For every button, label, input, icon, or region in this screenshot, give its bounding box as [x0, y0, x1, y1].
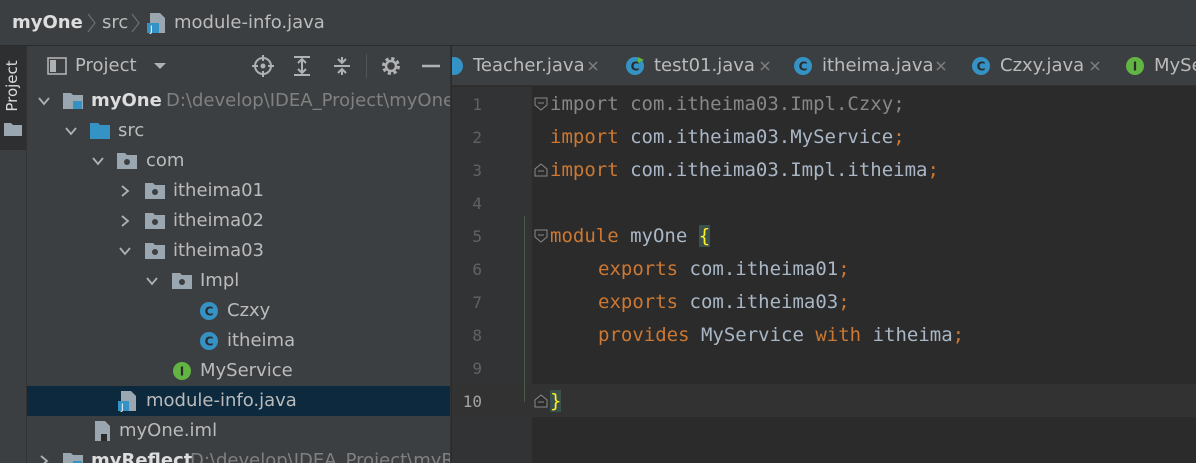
code-line-5[interactable]: module myOne {: [550, 225, 711, 247]
interface-icon: I: [1126, 57, 1144, 75]
semicolon: ;: [838, 258, 850, 280]
svg-text:C: C: [799, 60, 808, 74]
tab-myservice[interactable]: I MySe: [1125, 46, 1196, 85]
line-number: 8: [472, 326, 482, 345]
code-text: itheima: [861, 324, 953, 346]
code-text: myOne: [618, 225, 699, 247]
chevron-right-icon[interactable]: [37, 454, 51, 463]
fold-marker-icon[interactable]: [534, 97, 548, 111]
breadcrumb-file[interactable]: module-info.java: [174, 11, 325, 35]
code-line-7[interactable]: exports com.itheima03;: [598, 291, 850, 313]
line-number: 5: [472, 227, 482, 246]
tree-row-myone-iml[interactable]: myOne.iml: [27, 416, 450, 446]
tree-label: myReflect: [91, 450, 193, 463]
line-number: 2: [472, 128, 482, 147]
keyword: provides: [598, 324, 690, 346]
tab-czxy[interactable]: C Czxy.java: [971, 46, 1131, 85]
class-run-icon: C: [626, 57, 644, 75]
iml-file-icon: [95, 421, 110, 441]
keyword: import: [550, 159, 619, 181]
keyword: module: [550, 225, 619, 247]
collapse-all-icon[interactable]: [330, 54, 354, 78]
code-text: com.itheima03.MyService: [618, 126, 894, 148]
line-number: 1: [472, 95, 482, 114]
class-icon: [452, 57, 463, 75]
code-text: MyService: [689, 324, 816, 346]
fold-marker-icon[interactable]: [534, 229, 548, 243]
tree-row-myreflect[interactable]: myReflect D:\develop\IDEA_Project\myRe: [27, 446, 451, 463]
line-number: 3: [472, 161, 482, 180]
breadcrumb-src[interactable]: src: [102, 11, 128, 35]
code-line-1[interactable]: import com.itheima03.Impl.Czxy;: [550, 93, 905, 115]
panel-header: Project: [27, 46, 450, 86]
caret-line-highlight: [452, 384, 1196, 417]
keyword: import: [550, 93, 619, 115]
tab-label: Czxy.java: [1000, 55, 1085, 76]
line-number: 10: [462, 392, 482, 411]
keyword: exports: [598, 258, 679, 280]
close-icon[interactable]: [759, 60, 771, 72]
chevron-right-icon: [131, 13, 140, 33]
caret-down-icon[interactable]: [153, 61, 167, 71]
code-line-10[interactable]: }: [550, 390, 562, 412]
semicolon: ;: [838, 291, 850, 313]
line-number: 7: [472, 293, 482, 312]
svg-text:J: J: [149, 25, 153, 35]
tab-label: MySe: [1154, 55, 1196, 76]
close-icon[interactable]: [587, 60, 599, 72]
navigation-bar: myOne src J module-info.java: [0, 0, 1196, 46]
code-text: com.itheima03: [678, 291, 839, 313]
tab-itheima[interactable]: C itheima.java: [793, 46, 963, 85]
keyword: import: [550, 126, 619, 148]
tab-label: test01.java: [654, 55, 755, 76]
code-line-2[interactable]: import com.itheima03.MyService;: [550, 126, 905, 148]
tab-teacher[interactable]: Teacher.java: [452, 46, 604, 85]
tab-test01[interactable]: C test01.java: [625, 46, 785, 85]
class-icon: C: [794, 57, 812, 75]
code-text: com.itheima01: [678, 258, 839, 280]
divider: [366, 54, 367, 78]
semicolon: ;: [952, 324, 965, 346]
class-icon: C: [972, 57, 990, 75]
chevron-right-icon[interactable]: [118, 214, 132, 228]
breadcrumb-project[interactable]: myOne: [12, 11, 83, 35]
line-number: 9: [472, 359, 482, 378]
project-view-icon: [47, 57, 67, 75]
module-folder-icon: [63, 453, 83, 463]
semicolon: ;: [893, 126, 905, 148]
fold-marker-icon[interactable]: [534, 163, 548, 177]
code-text: com.itheima03.Impl.itheima: [618, 159, 928, 181]
fold-marker-icon[interactable]: [534, 394, 548, 408]
gear-icon[interactable]: [379, 54, 403, 78]
svg-text:I: I: [1133, 60, 1137, 74]
semicolon: ;: [893, 93, 905, 115]
line-number: 4: [472, 194, 482, 213]
chevron-right-icon: [87, 13, 96, 33]
java-file-icon: J: [147, 13, 165, 35]
code-line-6[interactable]: exports com.itheima01;: [598, 258, 850, 280]
editor-tab-bar: Teacher.java C test01.java C itheima.jav…: [452, 46, 1196, 86]
semicolon: ;: [927, 159, 939, 181]
tree-path: D:\develop\IDEA_Project\myRe: [190, 450, 451, 463]
fold-guide: [524, 216, 525, 402]
line-number: 6: [472, 260, 482, 279]
panel-title[interactable]: Project: [75, 55, 137, 76]
brace: {: [698, 225, 711, 247]
code-line-3[interactable]: import com.itheima03.Impl.itheima;: [550, 159, 939, 181]
svg-text:C: C: [977, 60, 986, 74]
tab-label: Teacher.java: [473, 55, 585, 76]
close-icon[interactable]: [1089, 60, 1101, 72]
brace: }: [550, 390, 562, 412]
tab-label: itheima.java: [822, 55, 934, 76]
minimize-icon[interactable]: [419, 54, 443, 78]
locate-target-icon[interactable]: [251, 54, 275, 78]
code-line-8[interactable]: provides MyService with itheima;: [598, 324, 964, 346]
code-text: com.itheima03.Impl.Czxy: [618, 93, 894, 115]
tree-label: myOne.iml: [119, 420, 218, 441]
close-icon[interactable]: [935, 60, 947, 72]
keyword: exports: [598, 291, 679, 313]
expand-all-icon[interactable]: [290, 54, 314, 78]
keyword: with: [815, 324, 862, 346]
